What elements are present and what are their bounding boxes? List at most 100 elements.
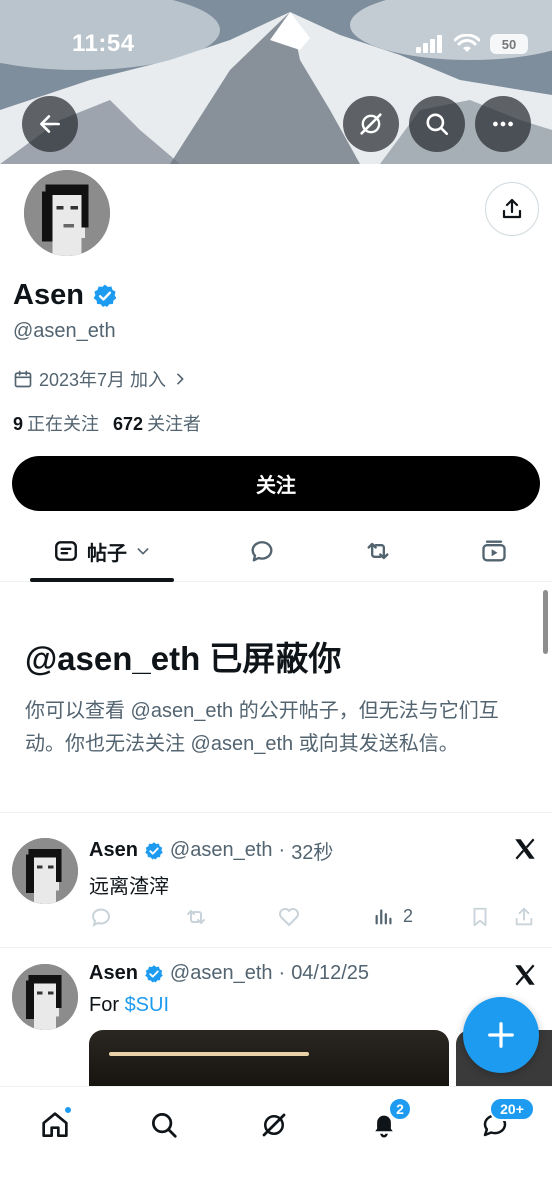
- media-light-strip: [109, 1052, 309, 1056]
- battery-indicator: 50: [490, 34, 528, 54]
- tab-media[interactable]: [472, 520, 516, 582]
- tweet-handle: @asen_eth: [169, 962, 273, 984]
- tweet-text: 远离渣滓: [89, 876, 169, 898]
- grok-icon: [360, 113, 382, 135]
- views-count: 2: [403, 905, 414, 926]
- dot-separator: ·: [278, 839, 286, 861]
- media-icon: [482, 540, 506, 562]
- repost-icon: [187, 909, 205, 925]
- nav-messages[interactable]: 20+: [473, 1097, 535, 1147]
- tweet-time: 32秒: [291, 842, 334, 864]
- reposts-icon: [367, 542, 389, 560]
- search-icon: [426, 113, 449, 136]
- compose-button[interactable]: [463, 997, 539, 1073]
- tweet-actions: 2: [89, 905, 539, 931]
- grok-button[interactable]: [343, 96, 399, 152]
- following-count: 9: [13, 414, 24, 434]
- back-arrow-icon: [40, 115, 60, 133]
- search-icon: [152, 1113, 177, 1138]
- tweet-share-button[interactable]: [513, 905, 535, 929]
- active-tab-indicator: [30, 578, 174, 582]
- blocked-title: @asen_eth 已屏蔽你: [25, 640, 342, 677]
- share-icon: [515, 907, 533, 926]
- pixel-punk-avatar: [12, 964, 78, 1030]
- more-button[interactable]: [475, 96, 531, 152]
- signal-icon: [416, 35, 442, 53]
- compose-icon: [488, 1022, 514, 1048]
- followers-count: 672: [113, 414, 144, 434]
- followers-link[interactable]: 672 关注者: [113, 410, 201, 436]
- views-icon: [375, 909, 392, 925]
- tab-reposts[interactable]: [356, 520, 400, 582]
- follow-button[interactable]: 关注: [12, 456, 540, 511]
- blocked-message: 你可以查看 @asen_eth 的公开帖子，但无法与它们互动。你也无法关注 @a…: [25, 700, 499, 755]
- tweet-avatar[interactable]: [12, 838, 78, 904]
- tweet-author-name[interactable]: Asen: [89, 839, 138, 862]
- messages-badge: 20+: [489, 1097, 535, 1121]
- profile-name-row: Asen: [13, 279, 118, 312]
- nav-grok[interactable]: [252, 1103, 296, 1147]
- tab-posts[interactable]: 帖子: [30, 520, 174, 582]
- calendar-icon: [14, 370, 32, 388]
- share-icon: [502, 198, 522, 219]
- tweet-header: Asen @asen_eth · 04/12/25: [89, 962, 369, 985]
- nav-search[interactable]: [142, 1103, 186, 1147]
- bottom-navigation: 2 20+: [0, 1086, 552, 1200]
- like-button[interactable]: [277, 905, 301, 929]
- joined-date-text: 2023年7月 加入: [39, 370, 167, 390]
- scrollbar[interactable]: [543, 590, 548, 654]
- tweet-handle: @asen_eth: [169, 839, 273, 861]
- wifi-icon: [454, 34, 480, 52]
- profile-banner: 11:54 50: [0, 0, 552, 164]
- nav-notifications[interactable]: 2: [362, 1097, 412, 1147]
- tab-posts-label: 帖子: [87, 542, 127, 565]
- x-logo-icon: [515, 964, 535, 986]
- tweet-author-name[interactable]: Asen: [89, 962, 138, 985]
- status-indicators: 50: [416, 34, 528, 54]
- notifications-badge: 2: [388, 1097, 412, 1121]
- tweet-divider: [0, 947, 552, 948]
- bookmark-icon: [473, 907, 487, 927]
- views-button[interactable]: 2: [373, 905, 413, 927]
- chevron-right-icon: [177, 373, 184, 385]
- home-unread-dot: [63, 1105, 73, 1115]
- tweet-time: 04/12/25: [291, 962, 370, 984]
- heart-icon: [279, 908, 299, 926]
- following-label: 正在关注: [27, 414, 100, 434]
- verified-badge-icon[interactable]: [92, 283, 118, 309]
- verified-badge-icon: [145, 964, 163, 982]
- mountain-banner-image: [0, 0, 552, 164]
- search-button[interactable]: [409, 96, 465, 152]
- verified-badge-icon: [145, 841, 163, 859]
- tweet-media-image[interactable]: [89, 1030, 449, 1090]
- tweet-avatar[interactable]: [12, 964, 78, 1030]
- joined-date[interactable]: 2023年7月 加入: [13, 366, 188, 392]
- tab-replies[interactable]: [240, 520, 284, 582]
- cashtag-link[interactable]: $SUI: [125, 994, 169, 1016]
- repost-button[interactable]: [183, 905, 209, 929]
- status-time: 11:54: [72, 30, 135, 57]
- back-button[interactable]: [22, 96, 78, 152]
- chevron-down-icon: [137, 548, 149, 555]
- tweet-header: Asen @asen_eth · 32秒: [89, 836, 333, 865]
- share-button[interactable]: [485, 182, 539, 236]
- bookmark-button[interactable]: [469, 905, 491, 929]
- replies-icon: [251, 541, 273, 562]
- tweet-text: For $SUI: [89, 994, 169, 1017]
- nav-home[interactable]: [33, 1103, 77, 1147]
- dot-separator: ·: [278, 962, 286, 984]
- followers-label: 关注者: [147, 414, 202, 434]
- profile-handle: @asen_eth: [13, 320, 116, 342]
- reply-button[interactable]: [89, 905, 113, 929]
- more-icon: [493, 121, 513, 127]
- profile-name: Asen: [13, 279, 84, 311]
- reply-icon: [92, 908, 110, 927]
- following-link[interactable]: 9 正在关注: [13, 410, 99, 436]
- profile-avatar[interactable]: [20, 166, 114, 260]
- follow-stats: 9 正在关注 672 关注者: [13, 410, 201, 436]
- profile-tabs: 帖子: [0, 520, 552, 582]
- x-logo-icon: [515, 838, 535, 860]
- pixel-punk-avatar: [12, 838, 78, 904]
- pixel-punk-avatar: [24, 170, 110, 256]
- tweet-text-prefix: For: [89, 994, 125, 1016]
